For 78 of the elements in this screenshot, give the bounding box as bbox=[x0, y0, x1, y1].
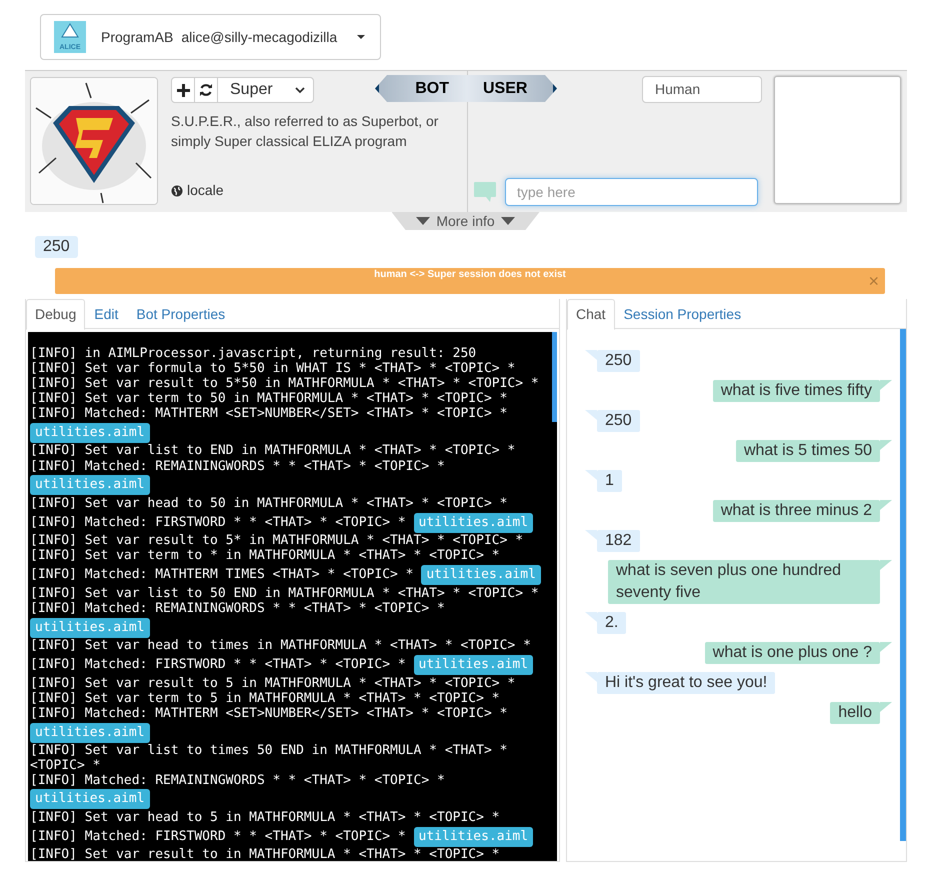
bot-mode-tab[interactable]: BOT bbox=[375, 75, 467, 102]
program-name: ProgramAB bbox=[101, 28, 174, 47]
bot-message: Hi it's great to see you! bbox=[585, 672, 776, 694]
user-message: hello bbox=[830, 702, 892, 724]
log-line: [INFO] Matched: MATHTERM TIMES <THAT> * <TOPIC> * bbox=[30, 567, 414, 582]
caret-icon bbox=[356, 34, 366, 40]
bubble-tail-icon bbox=[880, 500, 892, 510]
log-line: [INFO] Set var result to 5 in MATHFORMULA * <THAT> * <TOPIC> * bbox=[30, 676, 516, 691]
log-line: [INFO] Set var result to 5* in MATHFORMULA * <THAT> * <TOPIC> * bbox=[30, 533, 524, 548]
log-line: [INFO] Matched: REMAININGWORDS * * <THAT> * <TOPIC> * bbox=[30, 772, 445, 788]
chat-bubble-icon bbox=[473, 181, 497, 203]
bot-message: 2. bbox=[585, 612, 626, 634]
account-name: alice@silly-mecagodizilla bbox=[181, 28, 338, 47]
log-line: [INFO] Set var list to END in MATHFORMULA * <THAT> * <TOPIC> * bbox=[30, 443, 516, 458]
bubble-tail-icon bbox=[880, 642, 892, 652]
user-message: what is three minus 2 bbox=[712, 500, 892, 522]
log-line: [INFO] Matched: MATHTERM <SET>NUMBER</SET> <THAT> * <TOPIC> * bbox=[30, 706, 508, 721]
log-line: [INFO] Matched: FIRSTWORD * * <THAT> * <TOPIC> * bbox=[30, 514, 406, 530]
file-tag[interactable]: utilities.aiml bbox=[30, 789, 150, 810]
bot-message: 250 bbox=[585, 410, 640, 432]
file-tag[interactable]: utilities.aiml bbox=[414, 512, 534, 533]
user-message: what is seven plus one hundred seventy five bbox=[608, 560, 892, 604]
bubble-tail-icon bbox=[880, 440, 892, 450]
file-tag[interactable]: utilities.aiml bbox=[30, 475, 150, 496]
log-line: [INFO] Set var formula to 5*50 in WHAT IS * <THAT> * <TOPIC> * bbox=[30, 361, 516, 376]
bubble-tail-icon bbox=[585, 530, 597, 540]
bubble-tail-icon bbox=[880, 380, 892, 390]
user-message: what is one plus one ? bbox=[704, 642, 892, 664]
log-line: [INFO] Set var result to 5*50 in MATHFORMULA * <THAT> * <TOPIC> * bbox=[30, 376, 539, 392]
bubble-tail-icon bbox=[585, 470, 597, 480]
locale-label: locale bbox=[187, 181, 224, 200]
reply-bubble: 250 bbox=[35, 236, 78, 258]
bot-description: S.U.P.E.R., also referred to as Superbot, or simply Super classical ELIZA program bbox=[171, 112, 440, 151]
log-line: [INFO] Matched: REMAININGWORDS * * <THAT> * <TOPIC> * bbox=[30, 458, 445, 474]
user-message: what is 5 times 50 bbox=[736, 440, 892, 462]
file-tag[interactable]: utilities.aiml bbox=[414, 826, 534, 847]
file-tag[interactable]: utilities.aiml bbox=[421, 565, 541, 586]
tab[interactable]: Session Properties bbox=[614, 299, 750, 330]
log-line: [INFO] Set var head to times in MATHFORMULA * <THAT> * <TOPIC> * bbox=[30, 638, 531, 654]
bubble-tail-icon bbox=[585, 410, 597, 420]
bubble-tail-icon bbox=[585, 612, 597, 622]
file-tag[interactable]: utilities.aiml bbox=[30, 422, 150, 443]
tab[interactable]: Chat bbox=[567, 299, 615, 330]
bubble-tail-icon bbox=[880, 560, 892, 570]
user-mode-tab[interactable]: USER bbox=[467, 75, 557, 102]
bot-message: 182 bbox=[585, 530, 640, 552]
log-line: [INFO] in AIMLProcessor.javascript, returning result: 250 bbox=[30, 346, 476, 361]
triangle-icon bbox=[500, 217, 515, 225]
bubble-tail-icon bbox=[585, 350, 597, 360]
user-message: what is five times fifty bbox=[712, 380, 892, 402]
tab[interactable]: Debug bbox=[26, 299, 86, 330]
bot-message: 250 bbox=[585, 350, 640, 372]
log-line: [INFO] Set var term to * in MATHFORMULA * <THAT> * <TOPIC> * bbox=[30, 548, 500, 564]
file-tag[interactable]: utilities.aiml bbox=[414, 655, 534, 676]
log-line: [INFO] Matched: FIRSTWORD * * <THAT> * <TOPIC> * bbox=[30, 657, 406, 672]
message-input[interactable]: type here bbox=[505, 178, 758, 206]
file-tag[interactable]: utilities.aiml bbox=[30, 618, 150, 638]
bot-message: 1 bbox=[585, 470, 622, 492]
log-line: [INFO] Matched: MATHTERM <SET>NUMBER</SET> <THAT> * <TOPIC> * bbox=[30, 406, 508, 422]
more-info-tab[interactable]: More info bbox=[392, 212, 540, 230]
log-line: [INFO] Set var result to in MATHFORMULA * <THAT> * <TOPIC> * bbox=[30, 847, 500, 861]
log-line: [INFO] Set var term to 50 in MATHFORMULA * <THAT> * <TOPIC> * bbox=[30, 391, 508, 406]
log-line: [INFO] Set var list to times 50 END in MATHFORMULA * <THAT> * <TOPIC> * bbox=[30, 743, 508, 773]
alert-text: human <-> Super session does not exist bbox=[374, 268, 566, 282]
log-line: [INFO] Set var term to 5 in MATHFORMULA * <THAT> * <TOPIC> * bbox=[30, 690, 500, 706]
file-tag[interactable]: utilities.aiml bbox=[30, 722, 150, 742]
log-line: [INFO] Set var list to 50 END in MATHFORMULA * <THAT> * <TOPIC> * bbox=[30, 586, 539, 601]
globe-icon bbox=[171, 184, 183, 196]
user-name-field[interactable]: Human bbox=[642, 76, 762, 103]
log-line: [INFO] Matched: FIRSTWORD * * <THAT> * <TOPIC> * bbox=[30, 828, 406, 844]
log-line: [INFO] Matched: REMAININGWORDS * * <THAT> * <TOPIC> * bbox=[30, 601, 445, 616]
bubble-tail-icon bbox=[880, 702, 892, 712]
log-line: [INFO] Set var head to 50 in MATHFORMULA * <THAT> * <TOPIC> * bbox=[30, 496, 508, 511]
tab[interactable]: Edit bbox=[85, 299, 128, 330]
bubble-tail-icon bbox=[585, 672, 597, 682]
log-line: [INFO] Set var head to 5 in MATHFORMULA * <THAT> * <TOPIC> * bbox=[30, 810, 500, 825]
tab[interactable]: Bot Properties bbox=[127, 299, 234, 330]
triangle-icon bbox=[416, 217, 430, 225]
